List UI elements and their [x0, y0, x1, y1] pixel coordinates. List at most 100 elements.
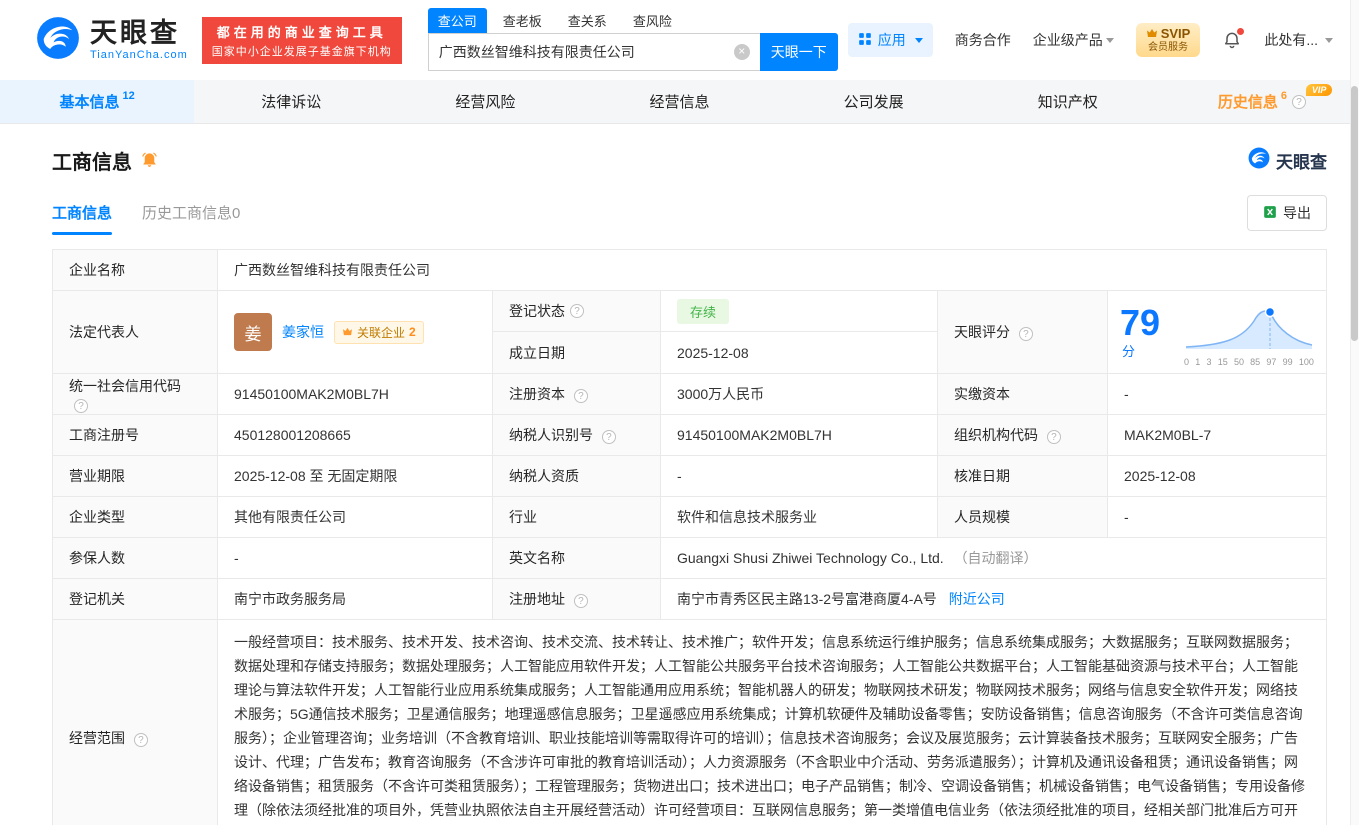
- tab-label: 经营风险: [455, 94, 516, 111]
- field-label: 成立日期: [493, 332, 661, 373]
- reg-number-value: 450128001208665: [217, 414, 493, 456]
- tab-history-info[interactable]: 历史信息 6 ? VIP: [1165, 80, 1359, 123]
- company-type-value: 其他有限责任公司: [217, 496, 493, 538]
- tab-intellectual-property[interactable]: 知识产权: [971, 80, 1165, 123]
- field-label: 行业: [492, 496, 661, 538]
- nested-cell: 登记状态 ? 存续 成立日期 2025-12-08: [492, 290, 938, 374]
- tab-count: 12: [122, 89, 135, 102]
- export-button[interactable]: 导出: [1247, 195, 1327, 231]
- industry-value: 软件和信息技术服务业: [660, 496, 938, 538]
- table-row: 统一社会信用代码 ? 91450100MAK2M0BL7H 注册资本 ? 300…: [52, 373, 1327, 415]
- table-row: 企业类型 其他有限责任公司 行业 软件和信息技术服务业 人员规模 -: [52, 496, 1327, 538]
- tab-count: 6: [1280, 89, 1287, 102]
- tab-operation-info[interactable]: 经营信息: [582, 80, 776, 123]
- table-row: 营业期限 2025-12-08 至 无固定期限 纳税人资质 - 核准日期 202…: [52, 455, 1327, 497]
- field-label: 企业类型: [52, 496, 218, 538]
- field-label: 企业名称: [52, 249, 218, 291]
- tianyan-score-cell: 79分 01 3 15 50 85 97 99 100: [1107, 290, 1327, 374]
- nearby-companies-link[interactable]: 附近公司: [949, 591, 1005, 607]
- help-icon[interactable]: ?: [1046, 430, 1061, 444]
- field-label: 登记机关: [52, 578, 218, 620]
- avatar[interactable]: 姜: [234, 313, 272, 351]
- search-tab-boss[interactable]: 查老板: [493, 8, 552, 33]
- related-companies-badge[interactable]: 关联企业 2: [334, 320, 424, 344]
- search-tab-risk[interactable]: 查风险: [623, 8, 682, 33]
- staff-size-value: -: [1107, 496, 1327, 538]
- scrollbar[interactable]: [1350, 0, 1359, 825]
- page-title: 工商信息: [52, 152, 132, 174]
- notification-bell-icon[interactable]: [1222, 28, 1245, 50]
- subtab-history-business-info[interactable]: 历史工商信息0: [142, 202, 240, 235]
- search-button[interactable]: 天眼一下: [759, 33, 838, 71]
- search-tab-relation[interactable]: 查关系: [558, 8, 617, 33]
- help-icon[interactable]: ?: [570, 304, 584, 318]
- field-label: 注册地址 ?: [492, 578, 661, 620]
- clear-icon[interactable]: ×: [733, 44, 750, 60]
- help-icon[interactable]: ?: [601, 430, 616, 444]
- field-label: 组织机构代码 ?: [937, 414, 1108, 456]
- field-label: 营业期限: [52, 455, 218, 497]
- brand-watermark: 天眼查: [1248, 147, 1327, 174]
- promo-line2: 国家中小企业发展子基金旗下机构: [211, 45, 392, 58]
- tianyancha-logo[interactable]: 天眼查 TianYanCha.com: [36, 16, 188, 65]
- field-label: 实缴资本: [937, 373, 1108, 415]
- subtab-business-info[interactable]: 工商信息: [52, 202, 113, 235]
- legal-rep-cell: 姜 姜家恒 关联企业 2: [217, 290, 493, 374]
- help-icon[interactable]: ?: [74, 398, 88, 413]
- tab-basic-info[interactable]: 基本信息 12: [0, 80, 195, 123]
- tab-company-development[interactable]: 公司发展: [777, 80, 971, 123]
- apps-menu[interactable]: 应用: [847, 23, 933, 57]
- field-label: 天眼评分 ?: [937, 290, 1108, 374]
- tab-label: 基本信息: [59, 94, 120, 111]
- table-row: 工商注册号 450128001208665 纳税人识别号 ? 91450100M…: [52, 414, 1327, 456]
- insured-count-value: -: [217, 537, 493, 579]
- tianyancha-logo-icon: [1248, 147, 1270, 174]
- promo-line1: 都在用的商业查询工具: [216, 24, 387, 40]
- field-label: 核准日期: [937, 455, 1108, 497]
- english-name-cell: Guangxi Shusi Zhiwei Technology Co., Ltd…: [660, 537, 1327, 579]
- help-icon[interactable]: ?: [1291, 94, 1306, 109]
- help-icon[interactable]: ?: [573, 389, 588, 403]
- table-row: 企业名称 广西数丝智维科技有限责任公司: [52, 249, 1327, 291]
- top-header: 天眼查 TianYanCha.com 都在用的商业查询工具 国家中小企业发展子基…: [0, 0, 1359, 80]
- tab-label: 公司发展: [843, 94, 904, 111]
- table-row: 登记机关 南宁市政务服务局 注册地址 ? 南宁市青秀区民主路13-2号富港商厦4…: [52, 578, 1327, 620]
- notification-dot: [1237, 28, 1245, 35]
- field-label: 人员规模: [937, 496, 1108, 538]
- chevron-down-icon: [914, 37, 923, 43]
- tab-label: 历史信息: [1217, 94, 1278, 111]
- svip-member-badge[interactable]: SVIP 会员服务: [1135, 23, 1201, 57]
- tab-operation-risk[interactable]: 经营风险: [388, 80, 582, 123]
- establish-date-value: 2025-12-08: [677, 344, 749, 361]
- search-tab-company[interactable]: 查公司: [427, 8, 487, 33]
- enterprise-products-link[interactable]: 企业级产品: [1033, 30, 1114, 50]
- help-icon[interactable]: ?: [133, 733, 148, 747]
- auto-translate-note: （自动翻译）: [953, 550, 1038, 566]
- svip-label: SVIP: [1160, 26, 1191, 42]
- tab-legal-proceedings[interactable]: 法律诉讼: [194, 80, 388, 123]
- scrollbar-thumb[interactable]: [1351, 86, 1358, 341]
- business-cooperation-link[interactable]: 商务合作: [955, 30, 1011, 50]
- user-account-menu[interactable]: 此处有...: [1264, 30, 1333, 50]
- username: 此处有...: [1264, 32, 1318, 48]
- tab-label: 知识产权: [1037, 94, 1098, 111]
- field-label: 工商注册号: [52, 414, 218, 456]
- field-label: 统一社会信用代码 ?: [52, 373, 218, 415]
- search-input[interactable]: [438, 44, 734, 60]
- logo-domain: TianYanCha.com: [90, 48, 188, 61]
- search-tabs: 查公司 查老板 查关系 查风险: [427, 8, 838, 33]
- help-icon[interactable]: ?: [573, 594, 588, 608]
- taxpayer-id-value: 91450100MAK2M0BL7H: [660, 414, 938, 456]
- alert-bell-icon[interactable]: [140, 151, 159, 170]
- business-scope-value: 一般经营项目：技术服务、技术开发、技术咨询、技术交流、技术转让、技术推广；软件开…: [217, 619, 1327, 825]
- header-nav: 应用 商务合作 企业级产品 SVIP 会员服务 此处有...: [847, 23, 1333, 57]
- legal-rep-link[interactable]: 姜家恒: [282, 322, 324, 342]
- score-axis: 01 3 15 50 85 97 99 100: [1184, 357, 1314, 367]
- english-name-value: Guangxi Shusi Zhiwei Technology Co., Ltd…: [677, 550, 944, 566]
- grid-icon: [858, 32, 872, 49]
- export-label: 导出: [1283, 205, 1311, 221]
- related-companies-count: 2: [409, 325, 416, 339]
- svip-sublabel: 会员服务: [1148, 41, 1189, 53]
- paid-capital-value: -: [1107, 373, 1327, 415]
- help-icon[interactable]: ?: [1018, 327, 1033, 341]
